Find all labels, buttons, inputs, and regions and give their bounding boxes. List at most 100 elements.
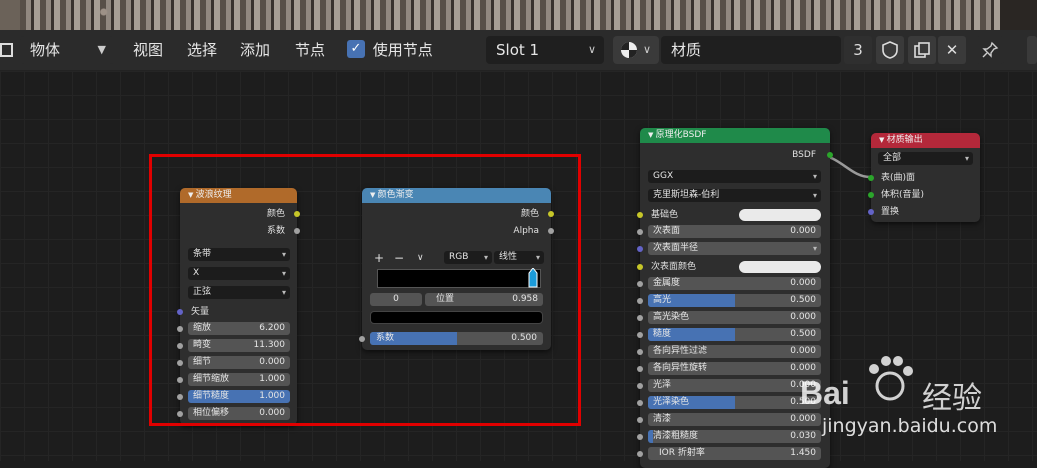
subsurface-method-dropdown[interactable]: 克里斯坦森-伯利 ▾ [648,189,821,202]
input-volume-label: 体积(音量) [881,190,925,200]
field-label: 高光 [653,295,672,305]
input-socket[interactable] [637,332,643,338]
output-bsdf-socket[interactable] [827,152,833,158]
header-overflow-icon[interactable] [1027,36,1037,64]
fake-user-shield-icon[interactable] [876,36,904,64]
material-name-field[interactable]: 材质 [661,36,841,64]
input-socket[interactable] [637,366,643,372]
input-socket[interactable] [637,434,643,440]
input-socket[interactable] [637,349,643,355]
clearcoat-roughness-field[interactable]: 清漆粗糙度 0.030 [648,430,821,443]
distribution-value: GGX [653,171,674,181]
subsurface-method-value: 克里斯坦森-伯利 [653,190,720,200]
menu-node[interactable]: 节点 [295,36,325,64]
subsurface-field[interactable]: 次表面 0.000 [648,225,821,238]
slot-label: Slot 1 [496,41,540,59]
distribution-dropdown[interactable]: GGX ▾ [648,170,821,183]
chevron-down-icon: ▾ [812,191,817,200]
specular-tint-field[interactable]: 高光染色 0.000 [648,311,821,324]
object-mode-label: 物体 [30,41,61,59]
field-label: 金属度 [653,278,681,288]
node-editor-header: 物体 ▼ 视图 选择 添加 节点 ✓ 使用节点 Slot 1 ∨ ∨ 材质 3 … [0,30,1037,71]
node-header[interactable]: ▼ 原理化BSDF [640,128,830,143]
editor-type-icon[interactable] [0,36,14,64]
input-socket[interactable] [637,383,643,389]
field-label: IOR 折射率 [659,448,705,458]
slot-dropdown[interactable]: Slot 1 ∨ [486,36,604,64]
ior-field[interactable]: IOR 折射率 1.450 [648,447,821,460]
input-surface-socket[interactable] [868,175,874,181]
chevron-down-icon: ∨ [642,43,651,56]
input-displacement-label: 置换 [881,207,900,217]
base-color-label: 基础色 [651,210,679,220]
input-socket[interactable] [637,298,643,304]
field-label: 糙度 [653,329,672,339]
material-sphere-icon [621,42,637,58]
sheen-field[interactable]: 光泽 0.000 [648,379,821,392]
highlight-annotation-box [149,154,581,426]
subsurface-radius-field[interactable]: 次表面半径 ▾ [648,242,821,255]
input-socket[interactable] [637,229,643,235]
node-header[interactable]: ▼ 材质输出 [871,133,980,148]
input-socket[interactable] [637,400,643,406]
field-label: 次表面 [653,226,681,236]
watermark-url: jingyan.baidu.com [822,415,998,437]
pin-icon[interactable] [976,36,1004,64]
field-value: 0.000 [790,312,816,322]
menu-view[interactable]: 视图 [133,36,163,64]
field-label: 各向异性过滤 [653,346,708,356]
menu-add[interactable]: 添加 [240,36,270,64]
duplicate-material-icon[interactable] [908,36,936,64]
chevron-down-icon: ▾ [812,244,817,253]
input-base-color-socket[interactable] [637,212,643,218]
field-label: 清漆 [653,414,672,424]
base-color-swatch[interactable] [739,209,821,221]
use-nodes-label: 使用节点 [372,41,433,59]
chevron-down-icon: ∨ [587,43,596,56]
sheen-tint-field[interactable]: 光泽染色 0.500 [648,396,821,409]
input-vector-socket[interactable] [637,246,643,252]
subsurface-color-swatch[interactable] [739,261,821,273]
input-socket[interactable] [637,281,643,287]
clearcoat-field[interactable]: 清漆 0.000 [648,413,821,426]
use-nodes-toggle[interactable]: ✓ 使用节点 [347,36,433,64]
specular-field[interactable]: 高光 0.500 [648,294,821,307]
field-value: 0.000 [790,226,816,236]
field-label: 光泽 [653,380,672,390]
unlink-material-close-icon[interactable]: ✕ [938,36,966,64]
field-label: 高光染色 [653,312,690,322]
field-label: 清漆粗糙度 [653,431,699,441]
field-label: 次表面半径 [653,243,699,253]
checkbox-checked-icon[interactable]: ✓ [347,40,365,58]
baidu-jingyan-watermark: Bai 经验 jingyan.baidu.com [800,345,1037,461]
metallic-field[interactable]: 金属度 0.000 [648,277,821,290]
subsurface-color-label: 次表面颜色 [651,262,697,272]
anisotropic-field[interactable]: 各向异性过滤 0.000 [648,345,821,358]
material-user-count[interactable]: 3 [844,36,872,64]
input-displacement-socket[interactable] [868,209,874,215]
field-value: 0.500 [790,295,816,305]
anisotropic-rotation-field[interactable]: 各向异性旋转 0.000 [648,362,821,375]
input-color-socket[interactable] [637,264,643,270]
input-socket[interactable] [637,315,643,321]
input-volume-socket[interactable] [868,192,874,198]
input-surface-label: 表(曲)面 [881,173,916,183]
menu-select[interactable]: 选择 [187,36,217,64]
output-bsdf-label: BSDF [792,150,816,160]
field-value: 0.000 [790,278,816,288]
paw-logo-icon [860,349,920,409]
material-output-node[interactable]: ▼ 材质输出 全部 ▾ 表(曲)面 体积(音量) 置换 [868,133,980,222]
roughness-field[interactable]: 糙度 0.500 [648,328,821,341]
render-target-dropdown[interactable]: 全部 ▾ [878,152,973,165]
object-mode-dropdown[interactable]: 物体 ▼ [20,36,114,64]
material-browse-button[interactable]: ∨ [613,36,659,64]
node-title: 原理化BSDF [655,130,707,140]
input-socket[interactable] [637,417,643,423]
node-title: 材质输出 [886,135,923,145]
field-label: 光泽染色 [653,397,690,407]
viewport-photo-strip [0,0,1037,30]
render-target-value: 全部 [883,153,902,163]
input-socket[interactable] [637,451,643,457]
watermark-brand: Bai [800,375,850,411]
chevron-down-icon: ▼ [97,43,106,56]
